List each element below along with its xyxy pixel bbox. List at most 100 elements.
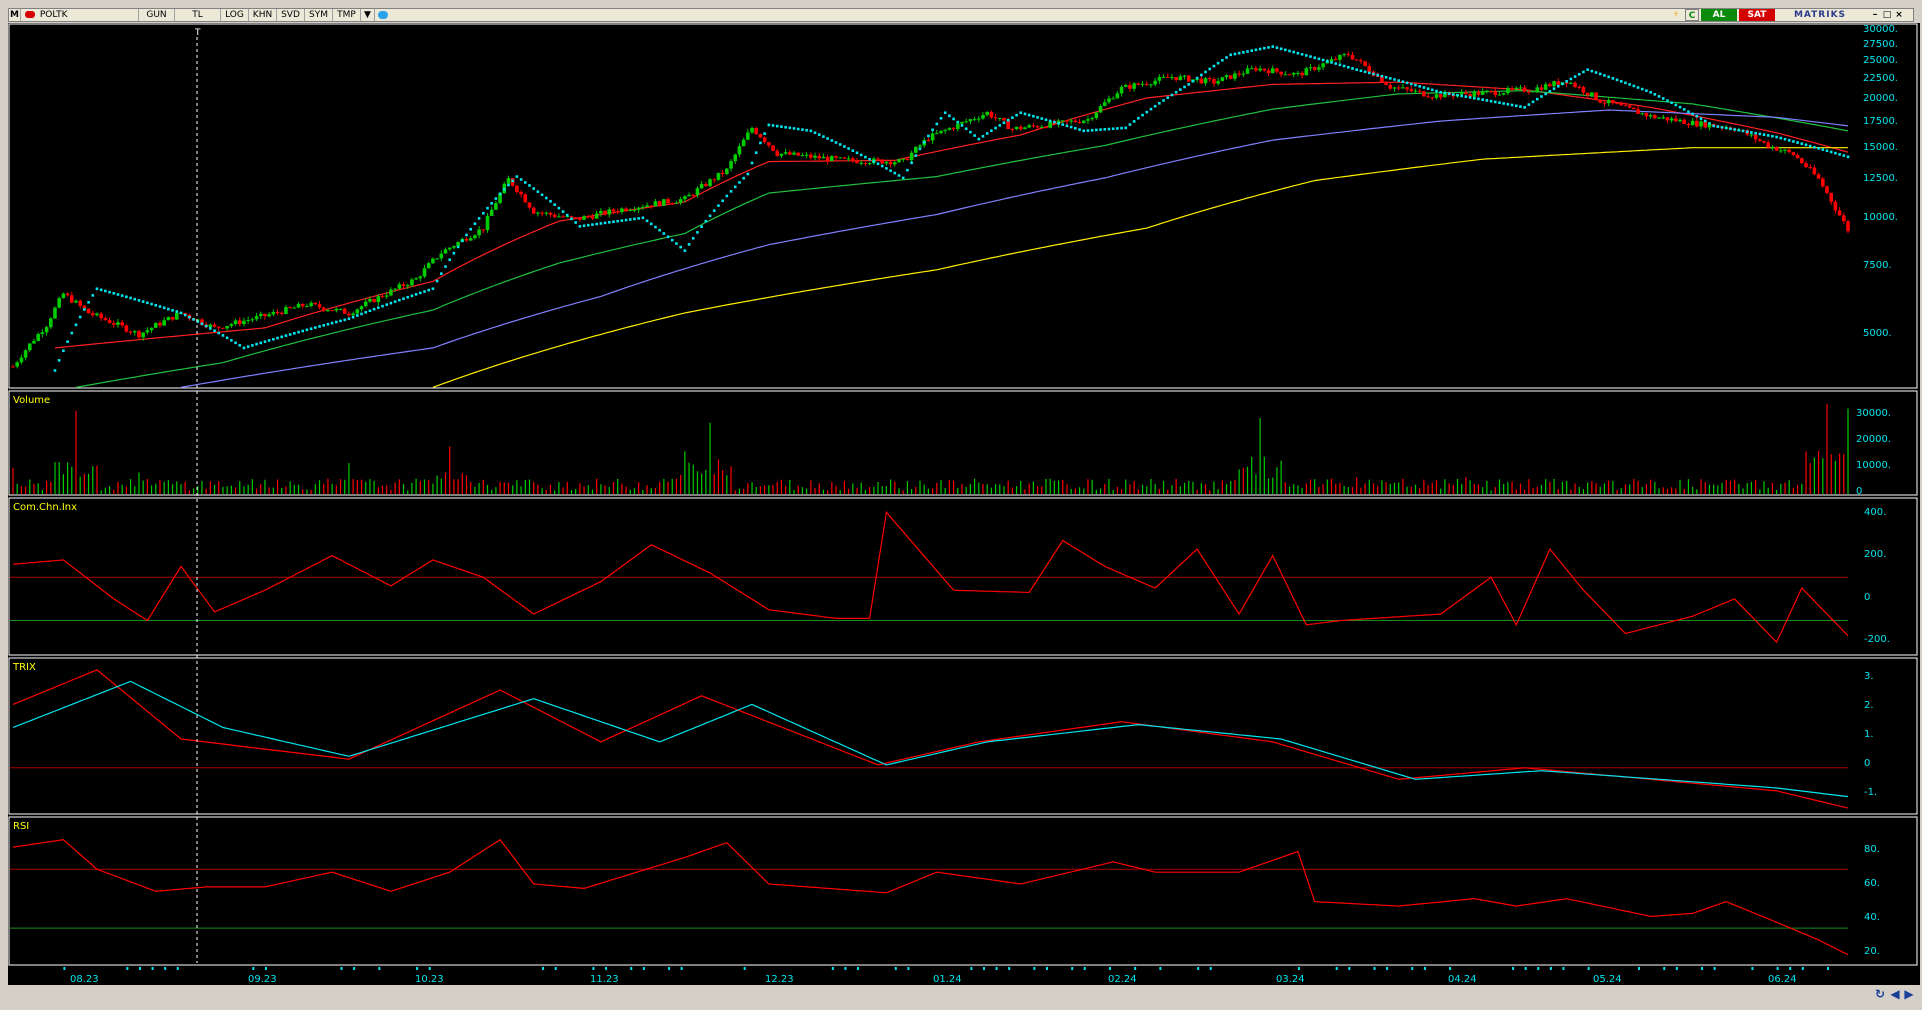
sar-dot [1678, 105, 1682, 109]
sar-dot [1036, 116, 1039, 119]
candle-up [783, 152, 788, 154]
period-button[interactable]: GUN [139, 9, 175, 21]
candle-up [1606, 100, 1611, 104]
sar-dot [1313, 56, 1317, 60]
sar-dot [259, 341, 263, 345]
sar-dot [742, 176, 745, 180]
candle-down [212, 324, 217, 327]
sar-dot [1132, 120, 1136, 123]
sar-dot [679, 245, 682, 249]
x-tick-mark [907, 967, 910, 970]
candle-down [1598, 99, 1603, 103]
candle-up [15, 362, 19, 367]
twitter-bird-icon[interactable] [375, 9, 391, 21]
sar-dot [607, 221, 611, 224]
candle-up [1111, 98, 1115, 100]
candle-up [48, 318, 53, 328]
candle-up [456, 242, 460, 247]
sar-dot [1498, 101, 1501, 105]
x-tick-label: 02.24 [1108, 974, 1137, 985]
candle-down [1438, 94, 1443, 98]
lightning-icon[interactable]: ⚡ [1669, 9, 1683, 21]
sar-dot [1275, 46, 1279, 49]
x-tick-mark [1008, 967, 1011, 970]
candle-up [594, 213, 599, 219]
khn-button[interactable]: KHN [249, 9, 277, 21]
sar-dot [1279, 47, 1283, 51]
price-tick: 12500. [1863, 173, 1898, 184]
sar-dot [1216, 61, 1220, 65]
candle-up [846, 158, 851, 160]
sar-dot [1607, 75, 1610, 79]
sar-dot [129, 296, 132, 300]
sar-dot [494, 197, 498, 200]
sar-dot [1141, 113, 1144, 117]
sar-dot [238, 344, 242, 347]
x-tick-mark [1071, 967, 1074, 970]
cci-tick: -200. [1864, 634, 1890, 645]
sar-dot [515, 175, 519, 178]
candle-up [153, 323, 158, 328]
sar-dot [1636, 86, 1640, 89]
candle-up [1648, 115, 1653, 117]
candle-up [1308, 67, 1313, 69]
close-icon[interactable]: × [1893, 9, 1905, 21]
candle-up [1770, 146, 1775, 148]
currency-button[interactable]: TL [175, 9, 221, 21]
candle-up [939, 130, 943, 134]
sar-dot [1069, 125, 1073, 129]
buy-button[interactable]: AL [1701, 9, 1737, 21]
sar-dot [1027, 113, 1031, 117]
sar-dot [649, 222, 653, 226]
minimize-icon[interactable]: – [1869, 9, 1881, 21]
sar-dot [242, 346, 246, 350]
app-logo[interactable]: M [9, 9, 21, 21]
candle-up [687, 194, 691, 197]
sar-dot [1258, 47, 1262, 51]
sar-dot [221, 334, 225, 337]
x-tick-mark [63, 967, 66, 970]
x-tick-mark [1562, 967, 1565, 970]
candle-down [372, 299, 376, 303]
x-tick-mark [554, 967, 557, 970]
sar-dot [1149, 107, 1153, 111]
symbol-label: POLTK [39, 10, 68, 20]
candle-up [582, 216, 586, 220]
candle-down [1077, 121, 1082, 123]
triangle-down-icon[interactable]: ▼ [361, 9, 375, 21]
candle-up [1296, 72, 1300, 74]
sar-dot [1305, 54, 1308, 57]
svd-button[interactable]: SVD [277, 9, 305, 21]
arrow-left-icon[interactable]: ◀ [1888, 985, 1902, 1003]
log-button[interactable]: LOG [221, 9, 249, 21]
sar-dot [1787, 139, 1791, 142]
sar-dot [1687, 110, 1690, 113]
sar-dot [377, 306, 380, 309]
chart-area[interactable]: Volume Com.Chn.Inx TRIX RSI T 30000. 275… [8, 23, 1920, 985]
restore-icon[interactable]: □ [1881, 9, 1893, 21]
arrow-right-icon[interactable]: ▶ [1902, 985, 1916, 1003]
candle-down [1144, 83, 1149, 85]
chart-window: M POLTK GUN TL LOG KHN SVD SYM TMP ▼ ⚡ C… [0, 0, 1922, 1010]
sar-dot [116, 293, 120, 296]
tmp-button[interactable]: TMP [333, 9, 361, 21]
candle-down [1207, 78, 1212, 80]
candle-down [993, 117, 998, 119]
x-tick-mark [1045, 967, 1048, 970]
c-icon[interactable]: C [1685, 9, 1699, 21]
candle-down [1333, 59, 1338, 61]
sar-dot [1326, 59, 1329, 63]
candle-up [1783, 149, 1787, 151]
candle-down [11, 366, 15, 368]
sell-button[interactable]: SAT [1739, 9, 1775, 21]
candle-up [326, 310, 330, 312]
candle-down [817, 155, 822, 159]
candle-down [834, 156, 838, 158]
refresh-icon[interactable]: ↻ [1873, 985, 1887, 1003]
sar-dot [1065, 124, 1069, 128]
sar-dot [893, 171, 897, 175]
sar-dot [1229, 53, 1233, 57]
sar-dot [360, 312, 363, 316]
sym-button[interactable]: SYM [305, 9, 333, 21]
symbol-selector[interactable]: POLTK [21, 9, 139, 21]
